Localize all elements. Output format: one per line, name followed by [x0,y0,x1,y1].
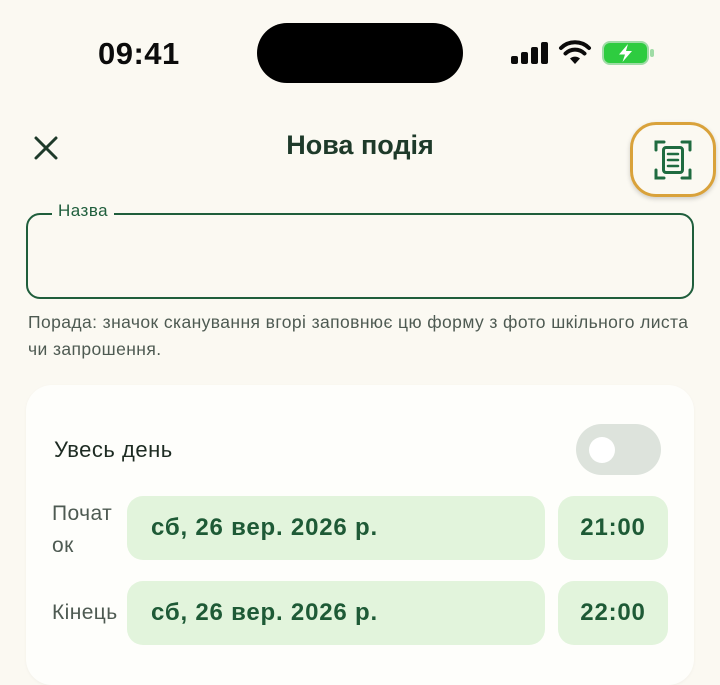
dynamic-island [257,23,463,83]
start-label: Почат ок [52,502,113,557]
status-time: 09:41 [98,36,180,71]
end-time-button[interactable]: 22:00 [558,581,668,645]
event-name-label: Назва [52,201,115,221]
start-date-button[interactable]: сб, 26 вер. 2026 р. [127,496,545,560]
end-date-button[interactable]: сб, 26 вер. 2026 р. [127,581,545,645]
event-name-input[interactable] [42,225,676,287]
schedule-card: Увесь день Почат ок сб, 26 вер. 2026 р. … [26,385,694,685]
toggle-knob [589,437,615,463]
wifi-icon [559,40,591,64]
scan-hint-text: Порада: значок сканування вгорі заповнює… [28,312,689,359]
all-day-toggle[interactable] [576,424,661,475]
top-app-bar: Нова подія [0,110,720,197]
end-label: Кінець [52,601,118,624]
scan-document-button[interactable] [630,122,716,197]
event-name-field: Назва [26,201,694,299]
start-time-button[interactable]: 21:00 [558,496,668,560]
document-scan-icon [654,140,692,179]
status-bar: 09:41 [0,0,720,105]
all-day-label: Увесь день [54,437,173,462]
battery-charging-icon [602,41,654,65]
page-title: Нова подія [286,130,434,160]
cellular-signal-icon [511,42,549,64]
